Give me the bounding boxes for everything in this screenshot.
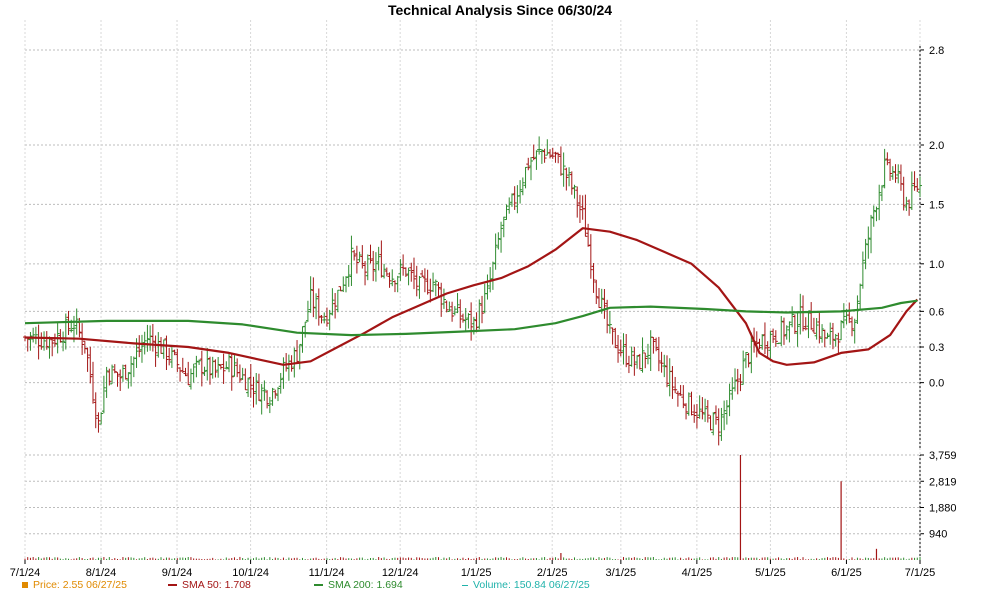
legend-sma200-marker bbox=[314, 584, 323, 587]
legend-price-label: Price: 2.55 06/27/25 bbox=[33, 579, 127, 591]
x-tick-label: 7/1/24 bbox=[10, 567, 41, 579]
chart-svg: 0.0 0.3 0.6 1.0 1.5 2.0 2.8 940 1,880 2,819 3,759 7… bbox=[10, 20, 957, 579]
y-tick-label: 2.0 bbox=[929, 140, 944, 152]
legend-item-sma50: SMA 50: 1.708 bbox=[168, 579, 251, 595]
legend-sma200-label: SMA 200: 1.694 bbox=[328, 579, 403, 591]
x-tick-label: 11/1/24 bbox=[309, 567, 345, 579]
volume-tick-label: 940 bbox=[929, 529, 947, 541]
price-plot-area bbox=[25, 44, 920, 448]
legend-item-price: Price: 2.55 06/27/25 bbox=[22, 579, 127, 595]
x-tick-label: 10/1/24 bbox=[232, 567, 269, 579]
y-tick-label: 0.6 bbox=[929, 306, 944, 318]
legend-sma50-marker bbox=[168, 584, 177, 587]
volume-tick-label: 1,880 bbox=[929, 502, 957, 514]
x-tick-label: 2/1/25 bbox=[537, 567, 568, 579]
legend-sma50-label: SMA 50: 1.708 bbox=[182, 579, 251, 591]
legend-volume-marker bbox=[462, 584, 468, 586]
x-tick-label: 8/1/24 bbox=[86, 567, 117, 579]
x-tick-label: 3/1/25 bbox=[606, 567, 637, 579]
x-tick-label: 1/1/25 bbox=[461, 567, 492, 579]
y-tick-label: 0.3 bbox=[929, 342, 944, 354]
x-tick-label: 4/1/25 bbox=[682, 567, 713, 579]
y-tick-label: 1.5 bbox=[929, 199, 944, 211]
x-tick-label: 6/1/25 bbox=[831, 567, 862, 579]
x-tick-label: 12/1/24 bbox=[382, 567, 419, 579]
x-tick-label: 9/1/24 bbox=[162, 567, 193, 579]
y-tick-label: 1.0 bbox=[929, 259, 944, 271]
legend-volume-label: Volume: 150.84 06/27/25 bbox=[473, 579, 590, 591]
x-tick-label: 5/1/25 bbox=[755, 567, 786, 579]
y-tick-label: 2.8 bbox=[929, 45, 944, 57]
legend-item-sma200: SMA 200: 1.694 bbox=[314, 579, 403, 595]
volume-tick-label: 2,819 bbox=[929, 476, 957, 488]
legend-item-volume: Volume: 150.84 06/27/25 bbox=[462, 579, 590, 595]
volume-tick-label: 3,759 bbox=[929, 450, 957, 462]
x-tick-label: 7/1/25 bbox=[905, 567, 936, 579]
y-tick-label: 0.0 bbox=[929, 378, 944, 390]
legend-price-marker bbox=[22, 582, 28, 589]
